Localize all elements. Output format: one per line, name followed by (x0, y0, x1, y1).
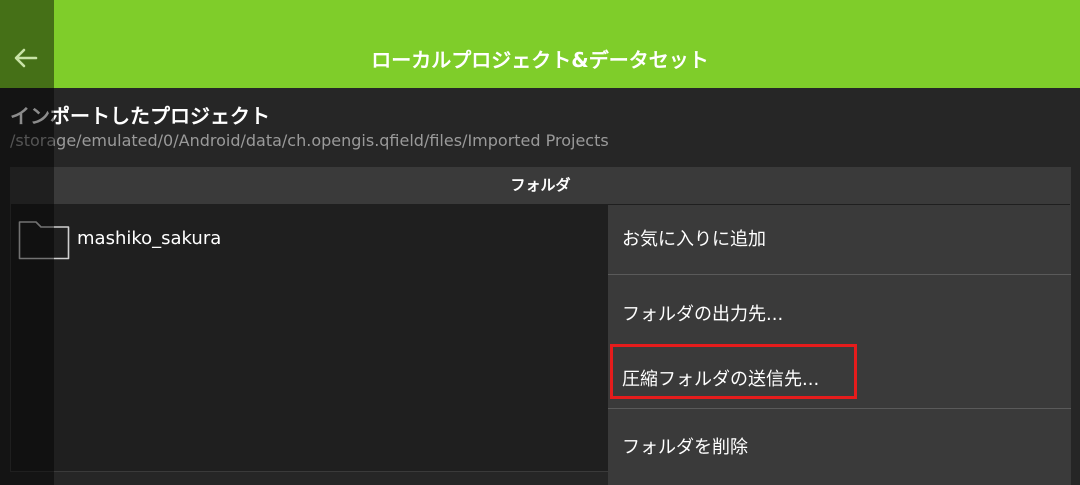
folder-name: mashiko_sakura (77, 228, 222, 249)
back-button[interactable] (0, 0, 54, 485)
menu-item-export-folder[interactable]: フォルダの出力先... (608, 280, 1071, 350)
menu-divider (608, 408, 1071, 409)
menu-item-delete-folder[interactable]: フォルダを削除 (608, 413, 1071, 483)
menu-item-add-favorite[interactable]: お気に入りに追加 (608, 205, 1071, 275)
folder-path: /storage/emulated/0/Android/data/ch.open… (10, 131, 609, 150)
list-item[interactable]: mashiko_sakura (10, 210, 606, 266)
list-header: フォルダ (10, 167, 1071, 204)
highlight-box (610, 344, 857, 399)
app-header: ローカルプロジェクト&データセット (0, 0, 1080, 88)
page-title: ローカルプロジェクト&データセット (371, 48, 709, 72)
app-window: ローカルプロジェクト&データセット インポートしたプロジェクト /storage… (0, 0, 1080, 485)
arrow-left-icon (14, 48, 38, 68)
menu-divider (608, 274, 1071, 275)
